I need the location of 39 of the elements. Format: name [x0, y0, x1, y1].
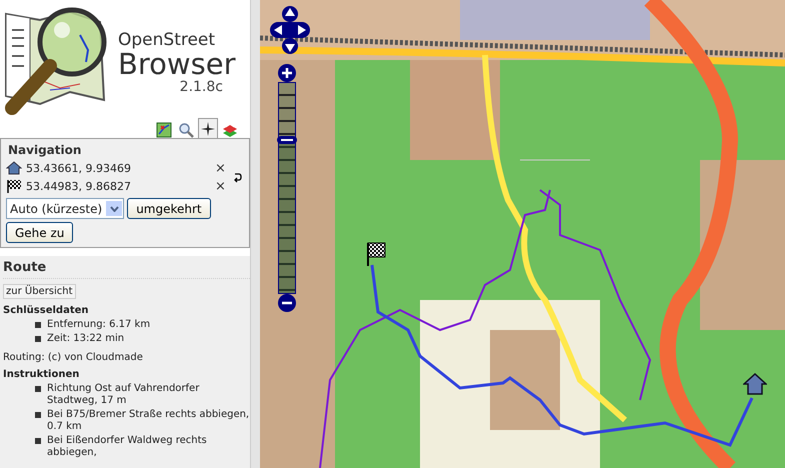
list-item-text: Entfernung: 6.17 km — [47, 319, 150, 331]
checkered-flag-icon — [366, 242, 386, 266]
logo-title: Browser — [118, 50, 236, 79]
remove-button[interactable]: × — [215, 178, 229, 194]
list-item-text: Bei Eißendorfer Waldweg rechts abbiegen, — [47, 435, 208, 459]
section-heading: Schlüsseldaten — [3, 305, 90, 316]
overview-button[interactable]: zur Übersicht — [3, 284, 76, 299]
credit-text: Routing: (c) von Cloudmade — [3, 352, 144, 363]
logo-title: OpenStreet — [118, 30, 216, 50]
list-item-text: Zeit: 13:22 min — [47, 333, 124, 345]
list-item-text: Bei B75/Bremer Straße rechts abbiegen, 0.7 km — [47, 409, 250, 433]
coordinates-text: 53.44983, 9.86827 — [26, 180, 132, 192]
map-drawing[interactable] — [260, 0, 785, 468]
checkered-flag-icon — [6, 179, 22, 193]
swap-icon[interactable] — [233, 171, 242, 183]
zoom-slider-handle[interactable] — [277, 136, 297, 144]
panel-title: Navigation — [8, 143, 82, 157]
compass-icon — [200, 120, 216, 136]
bullet-icon — [35, 336, 41, 342]
list-item-text: Richtung Ost auf Vahrendorfer Stadtweg, 17 m — [47, 383, 200, 407]
bullet-icon — [35, 386, 41, 392]
section-heading: Instruktionen — [3, 369, 80, 380]
version-label: 2.1.8c — [180, 79, 223, 95]
mode-dropdown[interactable]: Auto (kürzeste) — [6, 198, 124, 219]
house-icon — [6, 161, 22, 175]
bullet-icon — [35, 322, 41, 328]
zoom-slider[interactable] — [278, 82, 296, 294]
tab[interactable] — [198, 118, 218, 138]
search-icon — [178, 122, 194, 138]
bullet-icon — [35, 438, 41, 444]
go-button[interactable]: Gehe zu — [6, 222, 74, 243]
reverse-button[interactable]: umgekehrt — [127, 198, 211, 219]
house-icon — [743, 373, 767, 395]
remove-button[interactable]: × — [215, 160, 229, 176]
plus-icon — [281, 67, 293, 79]
tab[interactable] — [154, 120, 174, 138]
coordinates-text: 53.43661, 9.93469 — [26, 162, 132, 174]
map-icon — [156, 122, 172, 138]
bullet-icon — [35, 412, 41, 418]
